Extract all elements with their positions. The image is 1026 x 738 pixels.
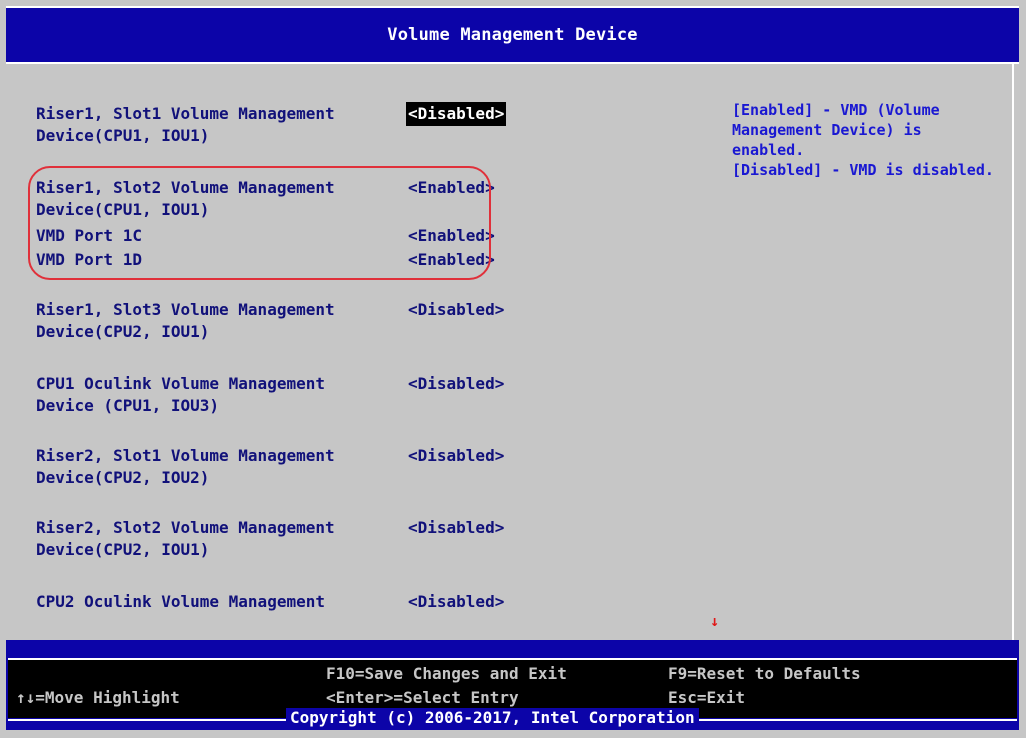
settings-panel: Riser1, Slot1 Volume Management <Disable… [6, 66, 1019, 638]
help-line: [Disabled] - VMD is disabled. [732, 161, 994, 179]
setting-label-continuation: Device(CPU2, IOU2) [36, 466, 696, 490]
help-line: [Enabled] - VMD (Volume [732, 101, 940, 119]
help-line: Management Device) is [732, 121, 922, 139]
help-text-panel: [Enabled] - VMD (Volume Management Devic… [732, 100, 1022, 180]
annotation-highlight-ring [28, 166, 491, 280]
esc-exit-hint: Esc=Exit [668, 688, 746, 707]
setting-label-line2: Device(CPU2, IOU2) [36, 468, 210, 487]
setting-cpu2-oculink-vmd[interactable]: CPU2 Oculink Volume Management <Disabled… [36, 590, 696, 614]
bios-setup-screen: Volume Management Device Riser1, Slot1 V… [0, 0, 1026, 738]
setting-riser2-slot2-vmd[interactable]: Riser2, Slot2 Volume Management <Disable… [36, 516, 696, 540]
help-line: enabled. [732, 141, 805, 159]
setting-label-line2: Device (CPU1, IOU3) [36, 396, 220, 415]
copyright-bar: Copyright (c) 2006-2017, Intel Corporati… [6, 708, 1019, 727]
enter-select-hint: <Enter>=Select Entry [326, 688, 519, 707]
setting-label: CPU1 Oculink Volume Management [36, 374, 325, 393]
setting-label-continuation: Device(CPU2, IOU1) [36, 320, 696, 344]
scroll-down-arrow-icon: ↓ [710, 612, 720, 630]
setting-label-continuation: Device (CPU1, IOU3) [36, 394, 696, 418]
move-highlight-hint: ↑↓=Move Highlight [16, 688, 180, 707]
setting-label-line2: Device(CPU1, IOU1) [36, 126, 210, 145]
setting-label: CPU2 Oculink Volume Management [36, 592, 325, 611]
setting-value-selected[interactable]: <Disabled> [406, 102, 507, 126]
setting-value[interactable]: <Disabled> [408, 444, 504, 468]
setting-label-continuation: Device(CPU1, IOU1) [36, 124, 696, 148]
setting-label: Riser2, Slot1 Volume Management [36, 446, 335, 465]
footer-bar: F10=Save Changes and Exit F9=Reset to De… [6, 640, 1019, 730]
setting-value[interactable]: <Disabled> [408, 516, 504, 540]
setting-label-continuation: Device(CPU2, IOU1) [36, 538, 696, 562]
panel-divider [1012, 64, 1014, 640]
setting-riser1-slot3-vmd[interactable]: Riser1, Slot3 Volume Management <Disable… [36, 298, 696, 322]
f9-reset-defaults-hint: F9=Reset to Defaults [668, 664, 861, 683]
setting-value[interactable]: <Disabled> [408, 298, 504, 322]
copyright-text: Copyright (c) 2006-2017, Intel Corporati… [286, 708, 699, 727]
setting-riser1-slot1-vmd[interactable]: Riser1, Slot1 Volume Management <Disable… [36, 102, 696, 126]
setting-label-line2: Device(CPU2, IOU1) [36, 322, 210, 341]
setting-label: Riser1, Slot3 Volume Management [36, 300, 335, 319]
header-bar: Volume Management Device [6, 6, 1019, 64]
setting-label-line2: Device(CPU2, IOU1) [36, 540, 210, 559]
page-title: Volume Management Device [387, 25, 638, 45]
setting-riser2-slot1-vmd[interactable]: Riser2, Slot1 Volume Management <Disable… [36, 444, 696, 468]
setting-cpu1-oculink-vmd[interactable]: CPU1 Oculink Volume Management <Disabled… [36, 372, 696, 396]
setting-value[interactable]: <Disabled> [408, 590, 504, 614]
setting-label: Riser2, Slot2 Volume Management [36, 518, 335, 537]
setting-value[interactable]: <Disabled> [408, 372, 504, 396]
f10-save-exit-hint: F10=Save Changes and Exit [326, 664, 567, 683]
setting-label: Riser1, Slot1 Volume Management [36, 104, 335, 123]
